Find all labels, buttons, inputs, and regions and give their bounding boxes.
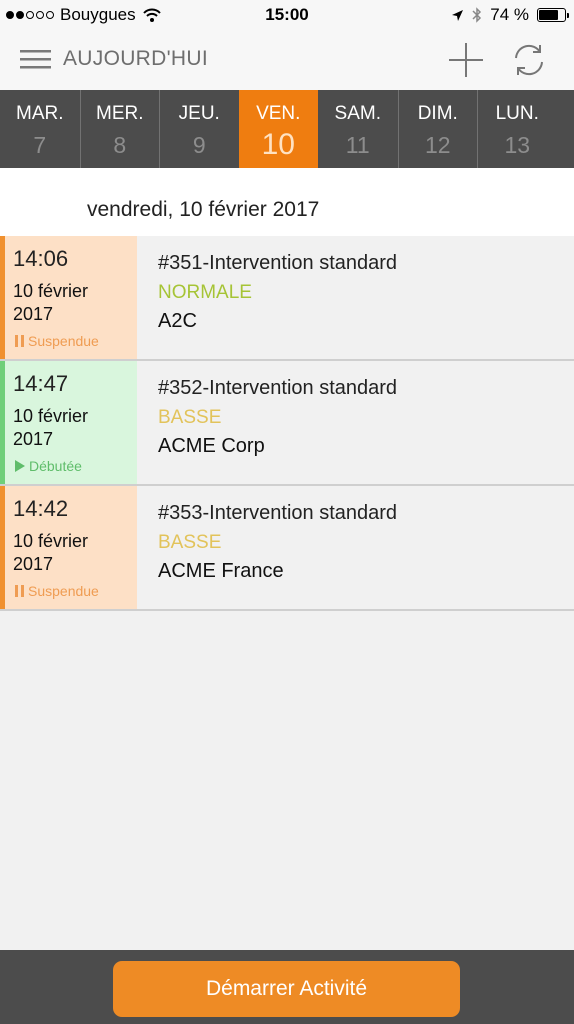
nav-bar: AUJOURD'HUI: [0, 30, 574, 90]
app-screen: Bouygues 15:00 74 % AUJOURD'HUI MAR. 7 M…: [0, 0, 574, 1024]
intervention-item[interactable]: 14:42 10 février 2017 Suspendue #353-Int…: [0, 486, 574, 611]
day-number: 11: [345, 132, 370, 158]
day-tab-thu[interactable]: JEU. 9: [159, 90, 239, 168]
client-name: A2C: [158, 310, 197, 332]
day-tab-fri-selected[interactable]: VEN. 10: [238, 90, 318, 170]
day-name: JEU.: [178, 103, 220, 124]
sync-button[interactable]: [510, 41, 548, 79]
day-name: VEN.: [256, 103, 301, 124]
intervention-item[interactable]: 14:06 10 février 2017 Suspendue #351-Int…: [0, 236, 574, 361]
day-number: 12: [424, 132, 451, 158]
page-title: AUJOURD'HUI: [63, 47, 208, 70]
priority-label: NORMALE: [158, 282, 252, 303]
intervention-date: 10 février 2017: [13, 531, 89, 574]
battery-level: [539, 10, 558, 20]
intervention-date: 10 février 2017: [13, 406, 89, 449]
intervention-title: #353-Intervention standard: [158, 502, 398, 524]
status-badge: Débutée: [15, 458, 82, 474]
pause-icon: [15, 585, 24, 597]
intervention-details: #351-Intervention standard NORMALE A2C: [137, 236, 574, 359]
status-bar: Bouygues 15:00 74 %: [0, 0, 574, 30]
status-label: Débutée: [29, 458, 82, 474]
date-heading: vendredi, 10 février 2017: [87, 198, 320, 221]
location-arrow-icon: [452, 9, 464, 21]
priority-label: BASSE: [158, 407, 222, 428]
sync-icon: [515, 44, 543, 76]
priority-label: BASSE: [158, 532, 222, 553]
day-name: MAR.: [16, 103, 64, 124]
day-number: 8: [113, 132, 127, 158]
intervention-date: 10 février 2017: [13, 281, 89, 324]
add-button[interactable]: [447, 41, 485, 79]
intervention-item[interactable]: 14:47 10 février 2017 Débutée #352-Inter…: [0, 361, 574, 486]
play-icon: [15, 460, 25, 472]
pause-icon: [15, 335, 24, 347]
battery-icon: [537, 8, 569, 22]
menu-button[interactable]: [20, 44, 56, 74]
day-number: 9: [192, 132, 206, 158]
day-name: MER.: [96, 103, 144, 124]
intervention-time: 14:42: [13, 496, 69, 521]
intervention-details: #352-Intervention standard BASSE ACME Co…: [137, 361, 574, 484]
intervention-time: 14:06: [13, 246, 69, 271]
bluetooth-icon: [472, 7, 482, 23]
intervention-title: #351-Intervention standard: [158, 252, 398, 274]
day-number: 10: [261, 128, 295, 161]
intervention-time-panel: 14:06 10 février 2017 Suspendue: [0, 236, 137, 359]
intervention-title: #352-Intervention standard: [158, 377, 398, 399]
intervention-time: 14:47: [13, 371, 69, 396]
day-selector: MAR. 7 MER. 8 JEU. 9 VEN. 10 SAM. 11 DIM…: [0, 90, 574, 170]
day-name: SAM.: [334, 103, 381, 124]
day-tab-tue[interactable]: MAR. 7: [0, 90, 80, 168]
day-tab-wed[interactable]: MER. 8: [79, 90, 160, 168]
day-tab-sun[interactable]: DIM. 12: [397, 90, 478, 168]
status-badge: Suspendue: [15, 583, 99, 599]
day-tab-sat[interactable]: SAM. 11: [318, 90, 398, 168]
intervention-time-panel: 14:42 10 février 2017 Suspendue: [0, 486, 137, 609]
status-label: Suspendue: [28, 583, 99, 599]
start-activity-button[interactable]: Démarrer Activité: [113, 961, 460, 1017]
intervention-time-panel: 14:47 10 février 2017 Débutée: [0, 361, 137, 484]
status-label: Suspendue: [28, 333, 99, 349]
status-badge: Suspendue: [15, 333, 99, 349]
day-number: 7: [33, 132, 47, 158]
date-header: vendredi, 10 février 2017: [0, 168, 574, 236]
day-name: DIM.: [417, 103, 458, 124]
client-name: ACME France: [158, 560, 284, 582]
day-tab-mon[interactable]: LUN. 13: [477, 90, 557, 168]
client-name: ACME Corp: [158, 435, 265, 457]
status-right: 74 %: [451, 5, 569, 25]
intervention-details: #353-Intervention standard BASSE ACME Fr…: [137, 486, 574, 609]
plus-icon: [449, 43, 483, 77]
day-number: 13: [504, 132, 531, 158]
battery-percent: 74 %: [490, 5, 529, 24]
hamburger-menu-icon: [20, 50, 51, 69]
day-name: LUN.: [495, 103, 539, 124]
bottom-bar: Démarrer Activité: [0, 950, 574, 1024]
intervention-list: 14:06 10 février 2017 Suspendue #351-Int…: [0, 236, 574, 611]
